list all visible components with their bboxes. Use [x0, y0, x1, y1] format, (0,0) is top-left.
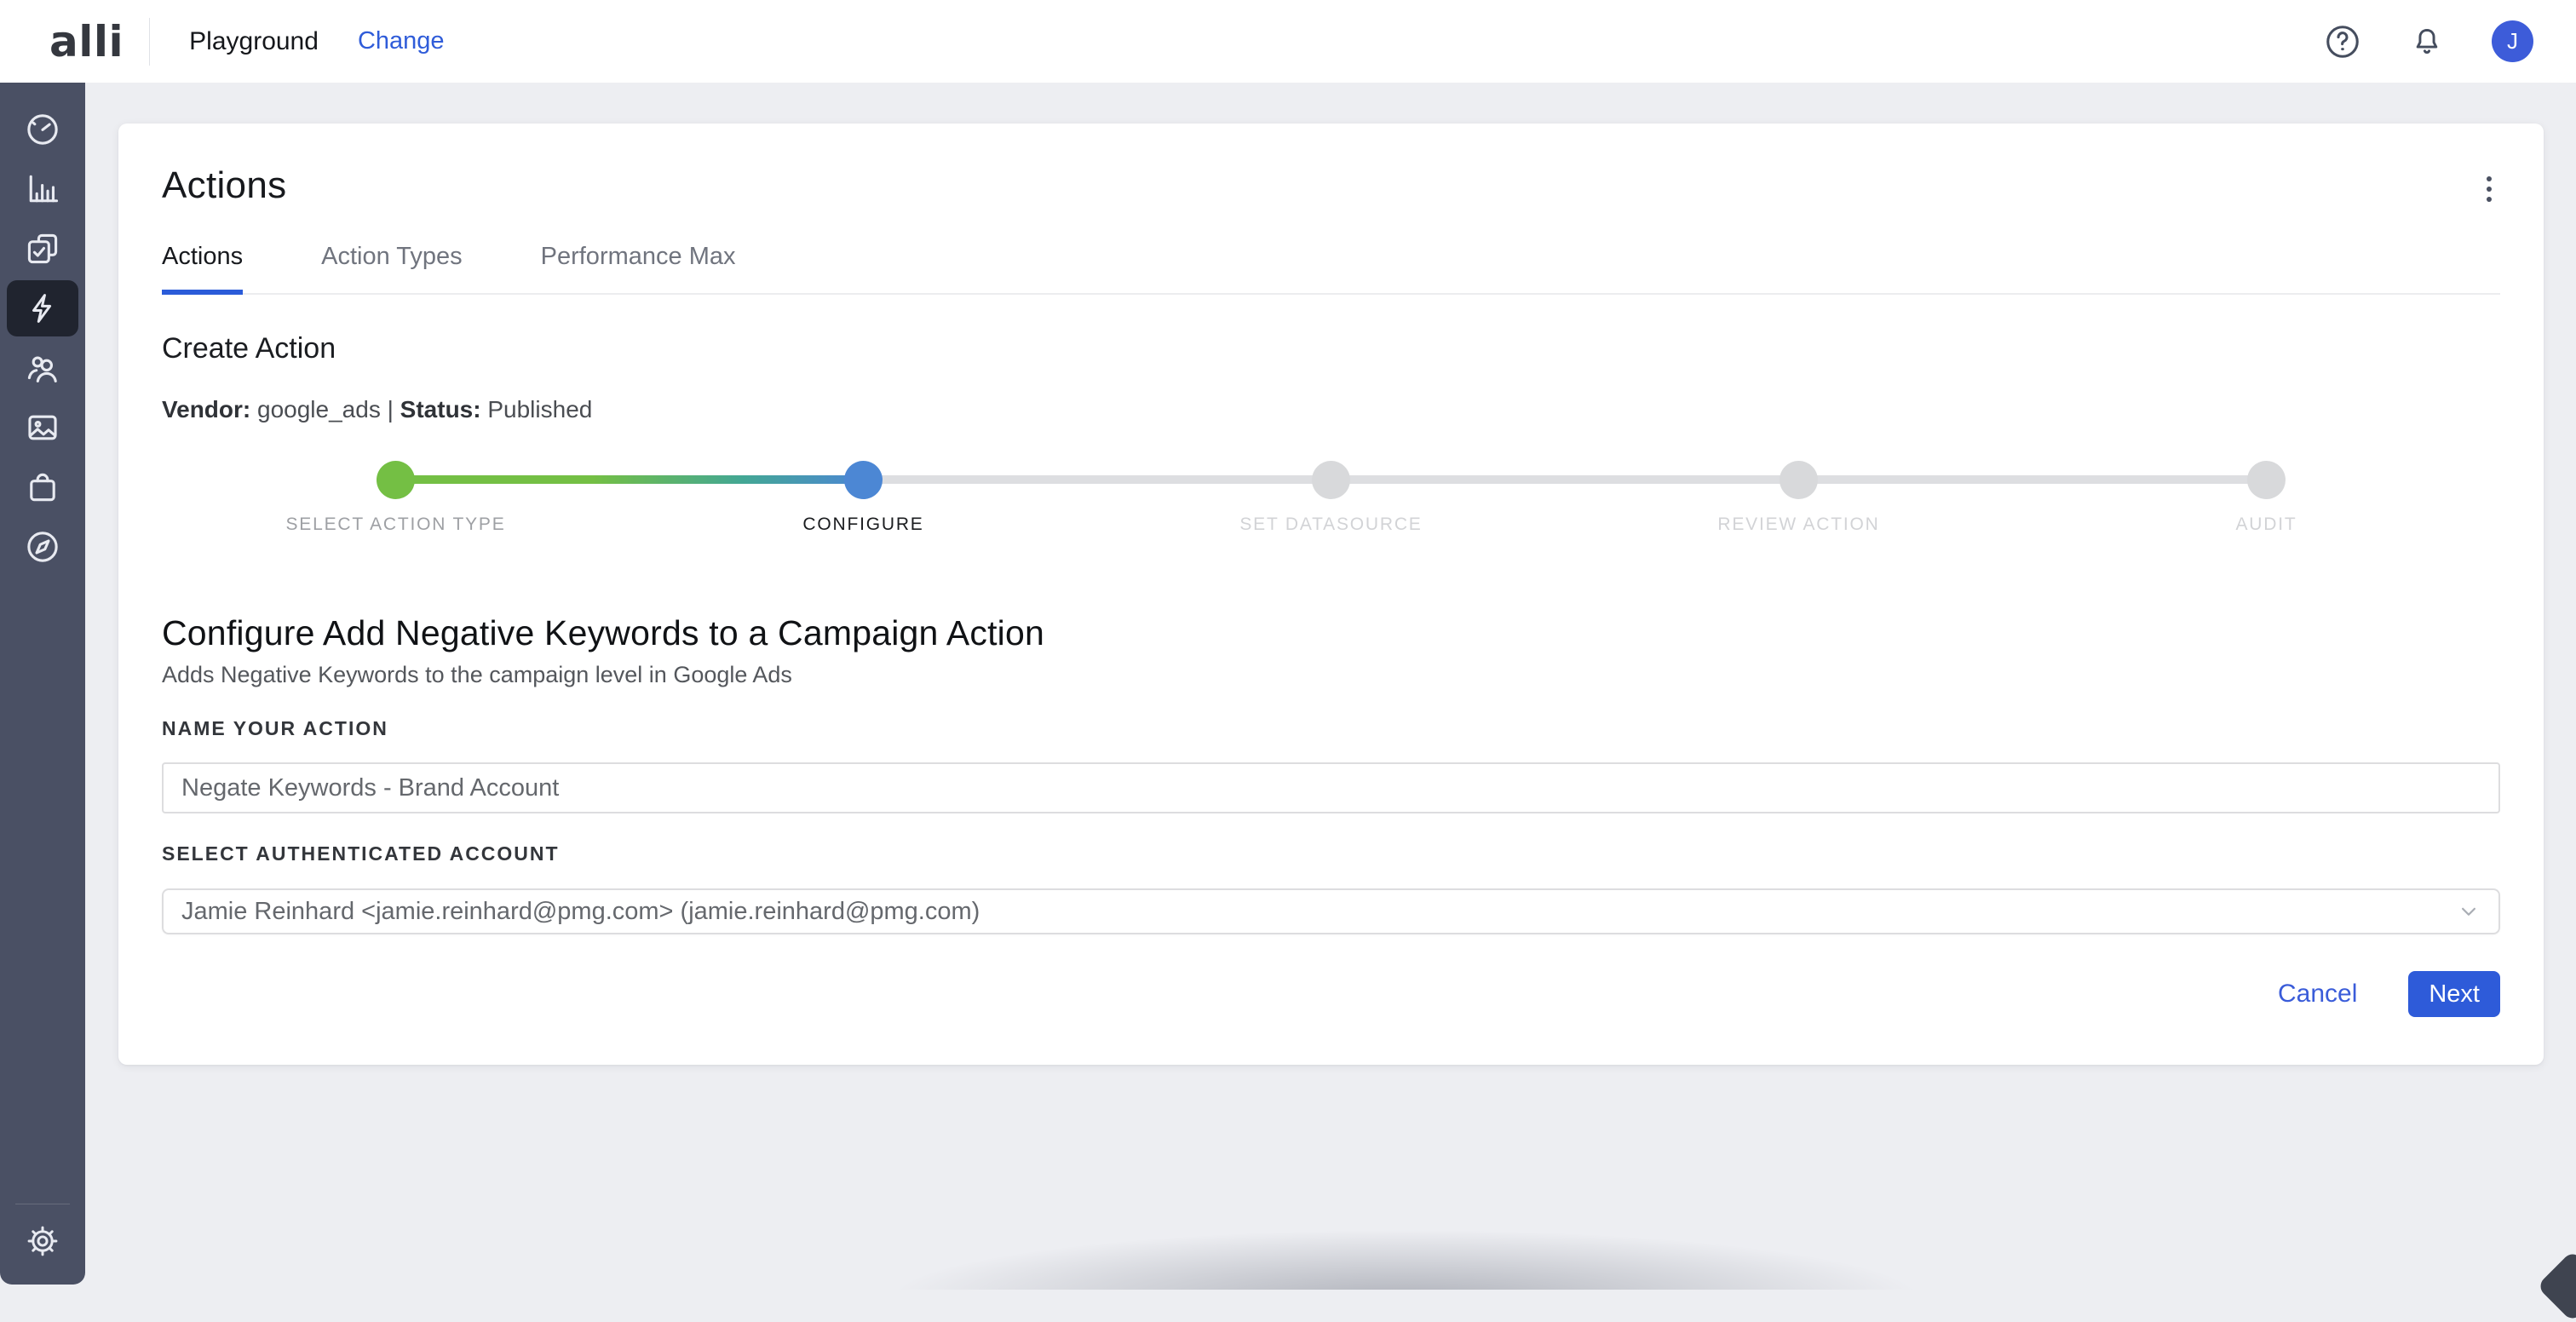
- sidebar-item-settings[interactable]: [0, 1210, 85, 1272]
- change-workspace-link[interactable]: Change: [358, 27, 445, 55]
- tab-bar: Actions Action Types Performance Max: [162, 243, 2500, 295]
- step-dot: [377, 461, 415, 499]
- step-review-action: REVIEW ACTION: [1565, 461, 2033, 535]
- sidebar-nav: [0, 83, 85, 1285]
- sidebar-item-creative[interactable]: [0, 398, 85, 457]
- sidebar-item-discover[interactable]: [0, 517, 85, 577]
- compass-icon: [24, 528, 61, 566]
- vendor-label: Vendor:: [162, 396, 250, 422]
- header-divider: [149, 18, 150, 66]
- step-audit: AUDIT: [2033, 461, 2500, 535]
- step-configure: CONFIGURE: [630, 461, 1097, 535]
- clipboard-check-icon: [24, 230, 61, 267]
- lightning-bolt-icon: [25, 290, 60, 326]
- actions-card: Actions Actions Action Types Performance…: [118, 124, 2544, 1065]
- page-title: Actions: [162, 164, 286, 207]
- sidebar-item-tasks[interactable]: [0, 219, 85, 279]
- bar-chart-icon: [24, 170, 61, 208]
- cancel-button[interactable]: Cancel: [2278, 980, 2357, 1009]
- step-dot: [844, 461, 883, 499]
- step-dot: [1780, 461, 1818, 499]
- meta-divider: |: [388, 396, 394, 422]
- step-dot: [2247, 461, 2286, 499]
- configure-subheading: Adds Negative Keywords to the campaign l…: [162, 662, 2500, 688]
- name-your-action-label: NAME YOUR ACTION: [162, 717, 2500, 740]
- tab-performance-max[interactable]: Performance Max: [541, 243, 736, 293]
- help-icon[interactable]: [2323, 22, 2362, 61]
- shopping-bag-icon: [24, 468, 61, 506]
- step-select-action-type: SELECT ACTION TYPE: [162, 461, 630, 535]
- vendor-value: google_ads: [257, 396, 381, 422]
- selected-account-value: Jamie Reinhard <jamie.reinhard@pmg.com> …: [181, 898, 980, 926]
- authenticated-account-select[interactable]: Jamie Reinhard <jamie.reinhard@pmg.com> …: [162, 888, 2500, 934]
- configure-heading: Configure Add Negative Keywords to a Cam…: [162, 613, 2500, 653]
- section-title: Create Action: [162, 332, 2500, 365]
- action-name-input[interactable]: [162, 762, 2500, 813]
- status-value: Published: [487, 396, 592, 422]
- user-avatar[interactable]: J: [2492, 20, 2533, 62]
- alli-logo: alli: [0, 17, 124, 66]
- step-set-datasource: SET DATASOURCE: [1097, 461, 1565, 535]
- wizard-stepper: SELECT ACTION TYPE CONFIGURE SET DATASOU…: [162, 461, 2500, 535]
- step-dot: [1312, 461, 1350, 499]
- card-menu-kebab-icon[interactable]: [2478, 170, 2500, 209]
- tab-actions[interactable]: Actions: [162, 243, 243, 293]
- tab-action-types[interactable]: Action Types: [321, 243, 463, 293]
- image-icon: [24, 409, 61, 446]
- active-nav-highlight: [7, 280, 78, 336]
- workspace-name: Playground: [189, 27, 319, 56]
- bottom-shadow: [809, 1230, 2002, 1290]
- status-label: Status:: [400, 396, 481, 422]
- chevron-down-icon: [2456, 899, 2481, 924]
- sidebar-item-dashboard[interactable]: [0, 100, 85, 159]
- sidebar-item-commerce[interactable]: [0, 457, 85, 517]
- corner-widget: [2537, 1250, 2576, 1322]
- gauge-icon: [24, 111, 61, 148]
- gear-icon: [25, 1223, 60, 1259]
- top-header: alli Playground Change J: [0, 0, 2576, 83]
- vendor-status-line: Vendor: google_ads | Status: Published: [162, 396, 2500, 423]
- next-button[interactable]: Next: [2408, 971, 2500, 1017]
- sidebar-item-actions[interactable]: [0, 279, 85, 338]
- sidebar-item-audiences[interactable]: [0, 338, 85, 398]
- select-account-label: SELECT AUTHENTICATED ACCOUNT: [162, 842, 2500, 865]
- notifications-bell-icon[interactable]: [2407, 22, 2447, 61]
- sidebar-item-reports[interactable]: [0, 159, 85, 219]
- users-icon: [24, 349, 61, 387]
